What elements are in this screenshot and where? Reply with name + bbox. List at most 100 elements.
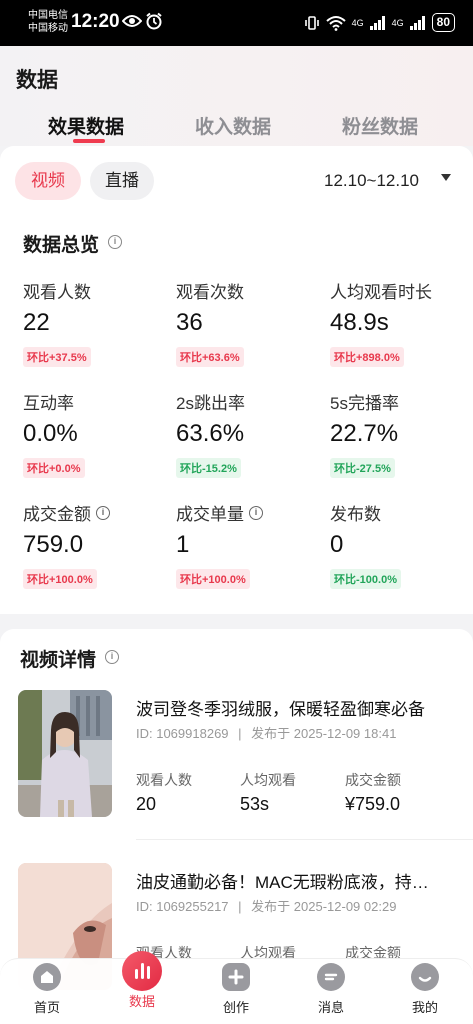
signal-icon-2	[409, 15, 425, 30]
video-meta: ID: 1069918269 | 发布于 2025-12-09 18:41	[136, 723, 396, 742]
metric-label-text: 观看人数	[23, 283, 91, 302]
video-stat-gmv: 成交金额 ¥759.0	[345, 770, 401, 815]
metric-label: 互动率	[23, 389, 173, 414]
metric-value: 0.0%	[23, 420, 78, 447]
metric-card[interactable]: 成交单量 i 1 环比+100.0%	[176, 500, 326, 589]
profile-icon	[411, 963, 439, 991]
info-icon[interactable]: i	[96, 505, 110, 520]
metric-label-text: 互动率	[23, 394, 74, 413]
tab-fans-data[interactable]: 粉丝数据	[342, 112, 418, 139]
metric-value: 36	[176, 309, 203, 336]
alarm-icon	[146, 12, 162, 30]
vibrate-icon	[304, 15, 319, 30]
metric-card[interactable]: 发布数 0 环比-100.0%	[330, 500, 473, 589]
metric-label: 2s跳出率	[176, 389, 326, 414]
metric-label: 观看人数	[23, 278, 173, 303]
metric-value: 22	[23, 309, 50, 336]
metric-card[interactable]: 5s完播率 22.7% 环比-27.5%	[330, 389, 473, 478]
metric-label-text: 5s完播率	[330, 394, 399, 413]
metric-change-badge: 环比+0.0%	[23, 458, 85, 478]
stat-label: 人均观看	[240, 772, 296, 788]
nav-label: 数据	[128, 994, 155, 1009]
video-title[interactable]: 波司登冬季羽绒服，保暖轻盈御寒必备	[136, 695, 425, 720]
filter-video-button[interactable]: 视频	[15, 162, 81, 200]
metric-value: 63.6%	[176, 420, 245, 447]
video-meta: ID: 1069255217 | 发布于 2025-12-09 02:29	[136, 896, 396, 915]
plus-icon	[222, 963, 250, 991]
filter-live-button[interactable]: 直播	[90, 162, 154, 200]
metric-card[interactable]: 互动率 0.0% 环比+0.0%	[23, 389, 173, 478]
stat-value: ¥759.0	[345, 794, 401, 814]
nav-label: 消息	[317, 1000, 344, 1015]
video-id: ID: 1069255217	[136, 899, 229, 914]
meta-separator: |	[238, 726, 242, 741]
dropdown-arrow-icon[interactable]	[441, 174, 451, 181]
video-thumbnail-image	[18, 690, 112, 817]
metric-label-text: 成交金额	[23, 505, 91, 524]
info-icon[interactable]: i	[249, 505, 263, 520]
metric-card[interactable]: 观看人数 22 环比+37.5%	[23, 278, 173, 367]
metric-label-text: 成交单量	[176, 505, 244, 524]
message-icon	[317, 963, 345, 991]
metric-label: 5s完播率	[330, 389, 473, 414]
carrier-1: 中国电信	[28, 10, 68, 21]
tab-bar: 效果数据 收入数据 粉丝数据	[0, 112, 473, 142]
metric-label: 观看次数	[176, 278, 326, 303]
metric-change-badge: 环比+37.5%	[23, 347, 91, 367]
video-item[interactable]: 波司登冬季羽绒服，保暖轻盈御寒必备 ID: 1069918269 | 发布于 2…	[0, 690, 473, 830]
overview-title: 数据总览	[23, 235, 100, 256]
status-bar: 中国电信 中国移动 12:20 4G 4G 80	[0, 0, 473, 46]
nav-messages[interactable]: 消息	[296, 959, 366, 1016]
metric-value: 759.0	[23, 531, 84, 558]
stat-value: 53s	[240, 794, 270, 814]
metric-change-badge: 环比+100.0%	[23, 569, 97, 589]
battery-icon: 80	[431, 13, 455, 32]
metric-card[interactable]: 观看次数 36 环比+63.6%	[176, 278, 326, 367]
video-title[interactable]: 油皮通勤必备！MAC无瑕粉底液，持…	[136, 868, 429, 893]
metric-value: 48.9s	[330, 309, 389, 336]
page-title: 数据	[16, 69, 58, 92]
info-icon[interactable]: i	[108, 235, 122, 249]
video-id: ID: 1069918269	[136, 726, 229, 741]
bottom-navigation: 首页 数据 创作 消息 我的	[0, 951, 473, 1024]
home-icon	[33, 963, 61, 991]
video-thumbnail[interactable]	[18, 690, 112, 817]
tab-income-data[interactable]: 收入数据	[195, 112, 271, 139]
video-stat-avg-watch: 人均观看 53s	[240, 770, 296, 815]
metric-change-badge: 环比+898.0%	[330, 347, 404, 367]
metric-change-badge: 环比-15.2%	[176, 458, 241, 478]
video-publish-time: 发布于 2025-12-09 18:41	[251, 726, 397, 741]
metric-label-text: 人均观看时长	[330, 283, 432, 302]
metric-card[interactable]: 2s跳出率 63.6% 环比-15.2%	[176, 389, 326, 478]
meta-separator: |	[238, 899, 242, 914]
nav-label: 首页	[33, 1000, 60, 1015]
metric-label-text: 发布数	[330, 505, 381, 524]
data-chart-icon	[122, 951, 162, 991]
network-label-2: 4G	[391, 17, 404, 28]
status-time: 12:20	[71, 11, 120, 32]
network-label-1: 4G	[351, 17, 364, 28]
signal-icon	[369, 15, 385, 30]
metric-change-badge: 环比+100.0%	[176, 569, 250, 589]
metric-label: 发布数	[330, 500, 473, 525]
stat-label: 成交金额	[345, 772, 401, 788]
info-icon[interactable]: i	[105, 650, 119, 664]
stat-value: 20	[136, 794, 157, 814]
overview-card: 视频 直播 12.10~12.10 数据总览 i 观看人数 22 环比+37.5% 观…	[0, 146, 473, 614]
active-tab-indicator	[73, 139, 105, 143]
metric-value: 1	[176, 531, 190, 558]
metric-card[interactable]: 人均观看时长 48.9s 环比+898.0%	[330, 278, 473, 367]
nav-data[interactable]: 数据	[107, 951, 177, 1010]
video-details-title: 视频详情	[20, 650, 97, 671]
nav-profile[interactable]: 我的	[390, 959, 460, 1016]
metric-label-text: 2s跳出率	[176, 394, 245, 413]
metric-value: 22.7%	[330, 420, 399, 447]
metric-change-badge: 环比+63.6%	[176, 347, 244, 367]
metric-card[interactable]: 成交金额 i 759.0 环比+100.0%	[23, 500, 173, 589]
tab-effect-data[interactable]: 效果数据	[48, 112, 124, 139]
carrier-2: 中国移动	[28, 23, 68, 34]
nav-home[interactable]: 首页	[12, 959, 82, 1016]
nav-create[interactable]: 创作	[201, 959, 271, 1016]
stat-label: 观看人数	[136, 772, 192, 788]
date-range-selector[interactable]: 12.10~12.10	[324, 171, 419, 191]
